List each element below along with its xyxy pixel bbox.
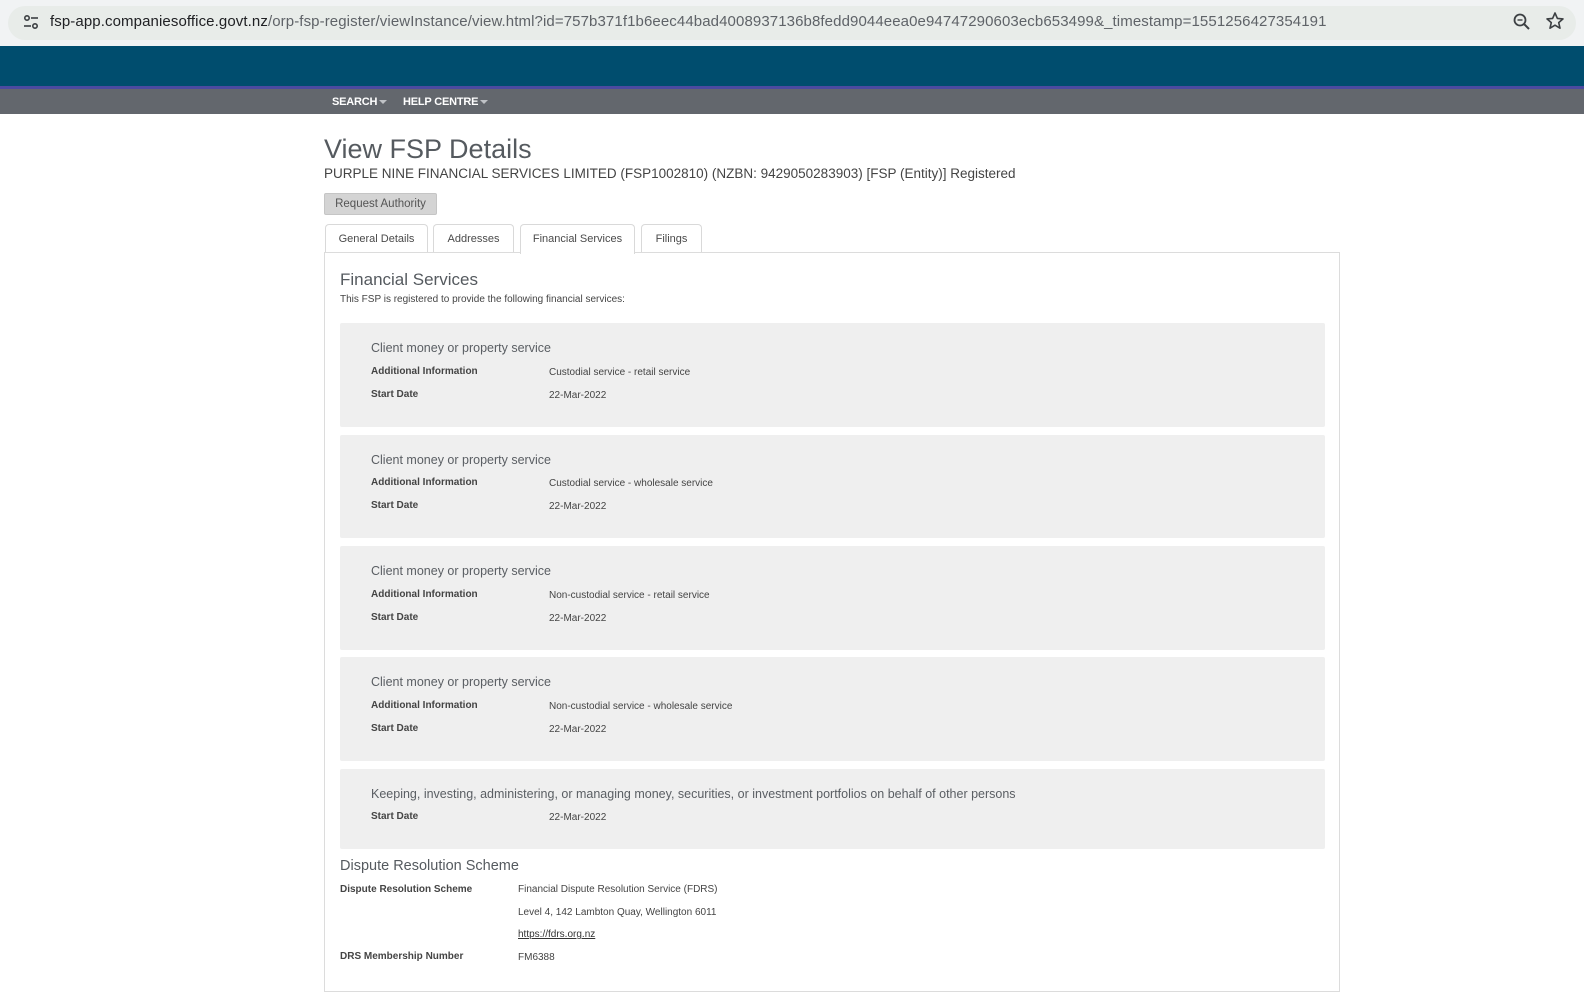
url-host: fsp-app.companiesoffice.govt.nz bbox=[50, 13, 268, 30]
nav-search[interactable]: SEARCH bbox=[332, 96, 388, 108]
additional-info-value: Custodial service - wholesale service bbox=[549, 478, 713, 489]
start-date-value: 22-Mar-2022 bbox=[549, 724, 607, 735]
zoom-icon[interactable] bbox=[1512, 12, 1532, 32]
service-card: Keeping, investing, administering, or ma… bbox=[340, 769, 1325, 849]
start-date-label: Start Date bbox=[371, 612, 419, 623]
bookmark-star-icon[interactable] bbox=[1545, 11, 1565, 31]
service-card: Client money or property service Additio… bbox=[340, 546, 1325, 650]
service-title: Keeping, investing, administering, or ma… bbox=[371, 787, 1016, 801]
start-date-value: 22-Mar-2022 bbox=[549, 390, 607, 401]
start-date-value: 22-Mar-2022 bbox=[549, 812, 607, 823]
start-date-value: 22-Mar-2022 bbox=[549, 613, 607, 624]
start-date-label: Start Date bbox=[371, 389, 419, 400]
tab-filings[interactable]: Filings bbox=[641, 224, 702, 253]
browser-address-bar: fsp-app.companiesoffice.govt.nz/orp-fsp-… bbox=[0, 0, 1584, 46]
dispute-resolution-heading: Dispute Resolution Scheme bbox=[340, 858, 519, 874]
nav-search-label: SEARCH bbox=[332, 96, 378, 108]
page-title: View FSP Details bbox=[324, 134, 532, 164]
dispute-scheme-address: Level 4, 142 Lambton Quay, Wellington 60… bbox=[518, 907, 717, 918]
url-path: /orp-fsp-register/viewInstance/view.html… bbox=[267, 13, 1327, 30]
chevron-down-icon bbox=[379, 100, 388, 105]
url-text[interactable]: fsp-app.companiesoffice.govt.nz/orp-fsp-… bbox=[50, 13, 1327, 30]
drs-membership-number: FM6388 bbox=[518, 952, 555, 963]
tab-addresses[interactable]: Addresses bbox=[433, 224, 514, 253]
drs-membership-label: DRS Membership Number bbox=[340, 951, 464, 962]
additional-info-label: Additional Information bbox=[371, 477, 478, 488]
start-date-value: 22-Mar-2022 bbox=[549, 501, 607, 512]
nav-help-centre[interactable]: HELP CENTRE bbox=[403, 96, 489, 108]
site-settings-icon[interactable] bbox=[22, 13, 40, 31]
fsp-summary: PURPLE NINE FINANCIAL SERVICES LIMITED (… bbox=[324, 166, 1016, 181]
dispute-scheme-link[interactable]: https://fdrs.org.nz bbox=[518, 929, 595, 940]
additional-info-value: Non-custodial service - wholesale servic… bbox=[549, 701, 733, 712]
financial-services-panel: Financial Services This FSP is registere… bbox=[324, 252, 1340, 992]
start-date-label: Start Date bbox=[371, 500, 419, 511]
dispute-scheme-name: Financial Dispute Resolution Service (FD… bbox=[518, 884, 718, 895]
service-title: Client money or property service bbox=[371, 675, 551, 689]
service-card: Client money or property service Additio… bbox=[340, 657, 1325, 761]
tab-general-details[interactable]: General Details bbox=[325, 224, 428, 253]
additional-info-label: Additional Information bbox=[371, 589, 478, 600]
service-title: Client money or property service bbox=[371, 453, 551, 467]
additional-info-label: Additional Information bbox=[371, 366, 478, 377]
nav-help-centre-label: HELP CENTRE bbox=[403, 96, 479, 108]
service-card: Client money or property service Additio… bbox=[340, 435, 1325, 538]
main-nav: SEARCH HELP CENTRE bbox=[0, 89, 1584, 114]
additional-info-value: Custodial service - retail service bbox=[549, 367, 691, 378]
start-date-label: Start Date bbox=[371, 723, 419, 734]
request-authority-button[interactable]: Request Authority bbox=[324, 193, 437, 215]
financial-services-intro: This FSP is registered to provide the fo… bbox=[340, 294, 625, 305]
additional-info-label: Additional Information bbox=[371, 700, 478, 711]
service-card: Client money or property service Additio… bbox=[340, 323, 1325, 427]
dispute-scheme-label: Dispute Resolution Scheme bbox=[340, 884, 473, 895]
site-header-bar bbox=[0, 46, 1584, 89]
additional-info-value: Non-custodial service - retail service bbox=[549, 590, 710, 601]
tab-financial-services[interactable]: Financial Services bbox=[520, 224, 635, 254]
chevron-down-icon bbox=[480, 100, 489, 105]
start-date-label: Start Date bbox=[371, 811, 419, 822]
service-title: Client money or property service bbox=[371, 341, 551, 355]
service-title: Client money or property service bbox=[371, 564, 551, 578]
financial-services-heading: Financial Services bbox=[340, 270, 478, 289]
